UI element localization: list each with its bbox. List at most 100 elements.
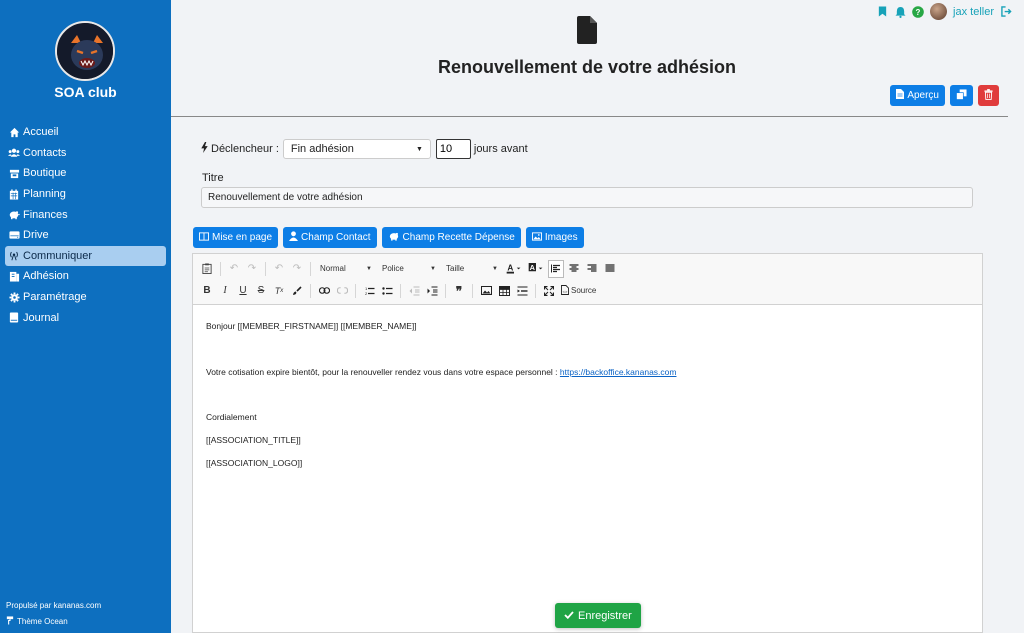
- club-name: SOA club: [54, 84, 117, 100]
- trigger-select[interactable]: Fin adhésion ▼: [282, 139, 431, 159]
- greeting-line: Bonjour [[MEMBER_FIRSTNAME]] [[MEMBER_NA…: [206, 321, 417, 331]
- preview-button[interactable]: Aperçu: [890, 85, 945, 106]
- redo-alt-icon[interactable]: ↷: [289, 260, 305, 278]
- svg-text:A: A: [507, 263, 513, 272]
- align-right-icon[interactable]: [584, 260, 600, 278]
- align-left-icon[interactable]: [548, 259, 564, 278]
- insert-image-icon[interactable]: [478, 282, 494, 300]
- sidebar-item-accueil[interactable]: Accueil: [5, 122, 166, 143]
- bookmark-icon[interactable]: [876, 6, 888, 18]
- title-input[interactable]: [201, 187, 973, 208]
- topbar: ? jax teller: [876, 3, 1012, 20]
- background-color-icon[interactable]: A: [526, 260, 546, 278]
- days-before-input[interactable]: [435, 139, 471, 159]
- redo-icon[interactable]: ↷: [244, 260, 260, 278]
- piggy-bank-icon: [388, 231, 400, 244]
- svg-text:?: ?: [916, 8, 921, 17]
- sidebar-item-planning[interactable]: Planning: [5, 184, 166, 205]
- duplicate-button[interactable]: [950, 85, 973, 106]
- body-paragraph: Votre cotisation expire bientôt, pour la…: [206, 367, 969, 378]
- font-dropdown[interactable]: Police ▼: [378, 261, 440, 277]
- sidebar-item-adhesion[interactable]: Adhésion: [5, 266, 166, 287]
- sidebar-item-drive[interactable]: Drive: [5, 225, 166, 246]
- caret-down-icon: ▼: [492, 265, 498, 272]
- calendar-icon: [8, 188, 20, 200]
- table-icon[interactable]: [496, 282, 512, 300]
- backoffice-link[interactable]: https://backoffice.kananas.com: [560, 367, 677, 377]
- strikethrough-icon[interactable]: S: [253, 282, 269, 300]
- page-title: Renouvellement de votre adhésion: [437, 57, 737, 77]
- images-button[interactable]: Images: [525, 227, 584, 248]
- piggy-bank-icon: [8, 209, 20, 221]
- sidebar-item-label: Boutique: [23, 167, 67, 180]
- title-label: Titre: [202, 172, 224, 184]
- images-label: Images: [544, 232, 578, 243]
- help-icon[interactable]: ?: [912, 5, 924, 18]
- association-logo-line: [[ASSOCIATION_LOGO]]: [206, 458, 303, 468]
- bold-icon[interactable]: B: [199, 282, 215, 300]
- sidebar-item-boutique[interactable]: Boutique: [5, 163, 166, 184]
- trigger-row: Déclencheur : Fin adhésion ▼ jours avant: [201, 139, 528, 159]
- brush-icon[interactable]: [289, 282, 305, 300]
- contact-field-label: Champ Contact: [301, 232, 371, 243]
- editor-content[interactable]: Bonjour [[MEMBER_FIRSTNAME]] [[MEMBER_NA…: [193, 305, 982, 497]
- align-justify-icon[interactable]: [602, 260, 618, 278]
- svg-text:2: 2: [365, 291, 368, 296]
- unlink-icon[interactable]: [334, 282, 350, 300]
- italic-icon[interactable]: I: [217, 282, 233, 300]
- logout-icon[interactable]: [1000, 6, 1012, 18]
- home-icon: [8, 126, 20, 138]
- sidebar-item-communiquer[interactable]: Communiquer: [5, 245, 166, 267]
- link-icon[interactable]: [316, 282, 332, 300]
- sidebar-item-label: Adhésion: [23, 270, 69, 283]
- save-button[interactable]: Enregistrer: [555, 603, 641, 628]
- sidebar-item-parametrage[interactable]: Paramétrage: [5, 287, 166, 308]
- undo-alt-icon[interactable]: ↶: [271, 260, 287, 278]
- align-center-icon[interactable]: [566, 260, 582, 278]
- source-file-icon: <>: [561, 284, 569, 297]
- paste-icon[interactable]: [199, 260, 215, 278]
- paint-roller-icon: [6, 616, 14, 627]
- caret-down-icon: ▼: [366, 265, 372, 272]
- finance-field-button[interactable]: Champ Recette Dépense: [381, 227, 521, 248]
- rich-text-editor: ↶ ↷ ↶ ↷ Normal ▼ Police ▼ Taille ▼ A A B I …: [192, 253, 983, 633]
- remove-format-icon[interactable]: Tx: [271, 282, 287, 300]
- indent-icon[interactable]: [424, 282, 440, 300]
- maximize-icon[interactable]: [541, 282, 557, 300]
- blockquote-icon[interactable]: ❞: [451, 282, 467, 300]
- sidebar-item-finances[interactable]: Finances: [5, 204, 166, 225]
- avatar[interactable]: [930, 3, 948, 20]
- contact-field-button[interactable]: Champ Contact: [283, 227, 377, 248]
- sidebar-item-contacts[interactable]: Contacts: [5, 143, 166, 164]
- bell-icon[interactable]: [894, 6, 906, 18]
- trigger-select-value: Fin adhésion: [290, 143, 354, 155]
- source-button[interactable]: <> Source: [559, 282, 598, 300]
- size-dropdown[interactable]: Taille ▼: [442, 261, 502, 277]
- toolbar-separator: [355, 283, 356, 298]
- save-label: Enregistrer: [578, 609, 632, 622]
- outdent-icon[interactable]: [406, 282, 422, 300]
- sidebar-item-label: Planning: [23, 188, 66, 201]
- numbered-list-icon[interactable]: 12: [361, 282, 377, 300]
- delete-button[interactable]: [978, 85, 999, 106]
- text-color-icon[interactable]: A: [504, 260, 524, 278]
- sidebar-item-label: Finances: [23, 208, 68, 221]
- club-logo[interactable]: [55, 21, 115, 81]
- svg-text:A: A: [530, 263, 536, 272]
- trigger-label: Déclencheur :: [211, 143, 279, 155]
- powered-by-link[interactable]: Propulsé par kananas.com: [6, 601, 101, 610]
- undo-icon[interactable]: ↶: [226, 260, 242, 278]
- font-value: Police: [382, 264, 404, 273]
- theme-selector[interactable]: Thème Ocean: [6, 616, 68, 627]
- username[interactable]: jax teller: [953, 6, 994, 18]
- sidebar-nav: Accueil Contacts Boutique Planning Finan…: [5, 122, 166, 328]
- sidebar-item-journal[interactable]: Journal: [5, 307, 166, 328]
- format-dropdown[interactable]: Normal ▼: [316, 261, 376, 277]
- format-value: Normal: [320, 264, 346, 273]
- days-suffix: jours avant: [473, 143, 528, 155]
- bullet-list-icon[interactable]: [379, 282, 395, 300]
- insert-buttons: Mise en page Champ Contact Champ Recette…: [193, 227, 584, 248]
- layout-button[interactable]: Mise en page: [193, 227, 279, 248]
- underline-icon[interactable]: U: [235, 282, 251, 300]
- horizontal-rule-icon[interactable]: [514, 282, 530, 300]
